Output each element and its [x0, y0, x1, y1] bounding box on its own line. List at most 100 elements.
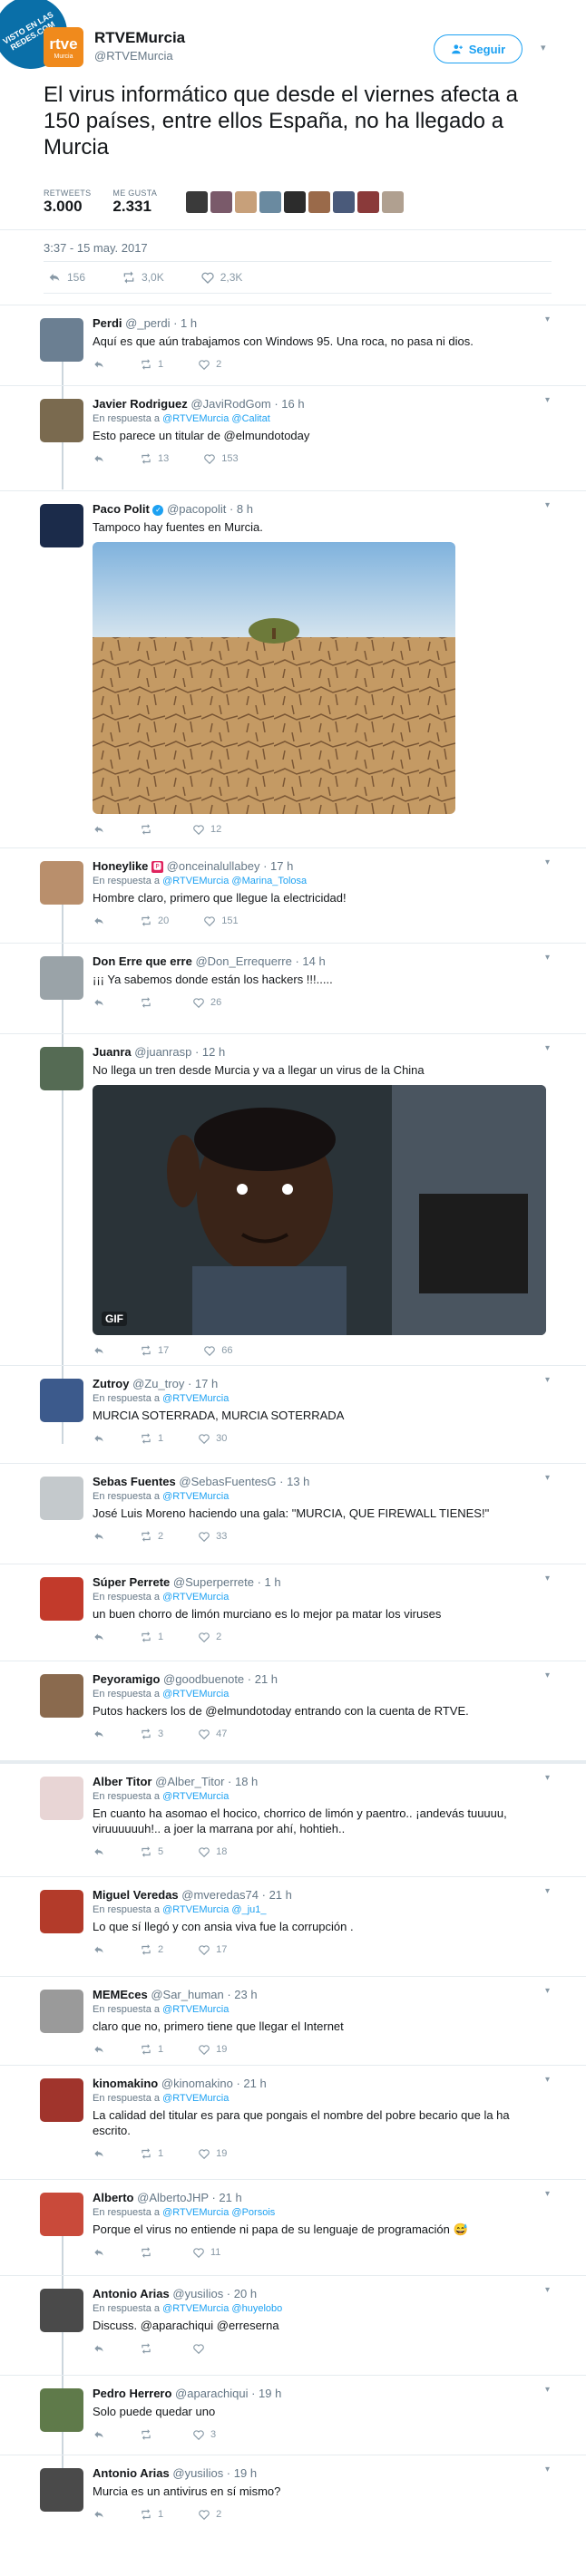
user-handle[interactable]: @Sar_human · 23 h: [151, 1988, 257, 2001]
like-button[interactable]: 17: [198, 1943, 227, 1956]
user-handle[interactable]: @goodbuenote · 21 h: [163, 1672, 278, 1686]
reply-button[interactable]: [93, 1728, 105, 1740]
user-handle[interactable]: @_perdi · 1 h: [125, 316, 197, 330]
user-handle[interactable]: @onceinalullabey · 17 h: [167, 859, 294, 873]
like-button[interactable]: 19: [198, 2043, 227, 2056]
reply-to-link[interactable]: @RTVEMurcia: [162, 1393, 229, 1404]
liker-avatar[interactable]: [259, 191, 282, 213]
reply-button[interactable]: [93, 1432, 105, 1445]
liker-avatar[interactable]: [186, 191, 209, 213]
reply-tweet[interactable]: ▾ Antonio Arias @yusilios · 19 h Murcia es…: [0, 2455, 586, 2576]
retweet-button[interactable]: 1: [140, 1432, 163, 1445]
reply-tweet[interactable]: ▾ Perdi @_perdi · 1 h Aquí es que aún trab…: [0, 305, 586, 385]
reply-tweet[interactable]: ▾ Honeylike 🅿 @onceinalullabey · 17 h En r…: [0, 847, 586, 943]
account-handle[interactable]: @RTVEMurcia: [94, 49, 173, 63]
user-name[interactable]: Antonio Arias: [93, 2466, 170, 2480]
user-name[interactable]: Don Erre que erre: [93, 954, 192, 968]
like-button[interactable]: 33: [198, 1530, 227, 1543]
user-avatar[interactable]: [40, 1379, 83, 1422]
like-button[interactable]: 151: [203, 915, 239, 927]
like-button[interactable]: 2: [198, 1631, 221, 1643]
reply-tweet[interactable]: ▾ Juanra @juanrasp · 12 h No llega un tren…: [0, 1033, 586, 1365]
reply-to-link[interactable]: @RTVEMurcia @Calitat: [162, 413, 270, 424]
like-button[interactable]: [192, 2342, 210, 2355]
user-name[interactable]: Alber Titor: [93, 1775, 152, 1788]
user-avatar[interactable]: [40, 861, 83, 905]
gif-meme[interactable]: GIF: [93, 1085, 546, 1335]
retweet-button[interactable]: [140, 823, 158, 836]
retweet-button[interactable]: [140, 2342, 158, 2355]
retweet-button[interactable]: 1: [140, 2508, 163, 2521]
retweet-button[interactable]: 1: [140, 358, 163, 371]
retweet-button[interactable]: 1: [140, 2147, 163, 2160]
user-avatar[interactable]: [40, 1577, 83, 1621]
reply-to-link[interactable]: @RTVEMurcia @Porsois: [162, 2207, 275, 2218]
reply-tweet[interactable]: ▾ Zutroy @Zu_troy · 17 h En respuesta a @R…: [0, 1365, 586, 1463]
reply-to-link[interactable]: @RTVEMurcia: [162, 1689, 229, 1700]
user-name[interactable]: MEMEces: [93, 1988, 148, 2001]
reply-button[interactable]: [93, 1344, 105, 1357]
reply-tweet[interactable]: ▾ Javier Rodriguez @JaviRodGom · 16 h En r…: [0, 385, 586, 490]
retweet-button[interactable]: 2: [140, 1943, 163, 1956]
reply-button[interactable]: [93, 2043, 105, 2056]
reply-to-link[interactable]: @RTVEMurcia: [162, 2093, 229, 2104]
liker-avatar[interactable]: [382, 191, 405, 213]
reply-button[interactable]: [93, 2147, 105, 2160]
reply-tweet[interactable]: ▾ Alberto @AlbertoJHP · 21 h En respuesta …: [0, 2179, 586, 2275]
reply-to-link[interactable]: @RTVEMurcia: [162, 2004, 229, 2015]
user-avatar[interactable]: [40, 1674, 83, 1718]
like-button[interactable]: 19: [198, 2147, 227, 2160]
reply-button[interactable]: [93, 823, 105, 836]
user-name[interactable]: Zutroy: [93, 1377, 129, 1390]
retweet-button[interactable]: 13: [140, 452, 169, 465]
user-name[interactable]: Honeylike: [93, 859, 148, 873]
user-avatar[interactable]: [40, 1047, 83, 1090]
reply-to-link[interactable]: @RTVEMurcia @_ju1_: [162, 1904, 266, 1915]
reply-tweet[interactable]: ▾ Miguel Veredas @mveredas74 · 21 h En res…: [0, 1876, 586, 1976]
retweet-button[interactable]: 3,0K: [122, 270, 164, 285]
reply-tweet[interactable]: ▾ kinomakino @kinomakino · 21 h En respues…: [0, 2065, 586, 2179]
user-handle[interactable]: @mveredas74 · 21 h: [181, 1888, 292, 1902]
user-avatar[interactable]: [40, 318, 83, 362]
user-handle[interactable]: @aparachiqui · 19 h: [175, 2387, 281, 2400]
user-avatar[interactable]: [40, 956, 83, 1000]
user-avatar[interactable]: [40, 504, 83, 547]
user-avatar[interactable]: [40, 1990, 83, 2033]
user-avatar[interactable]: [40, 2193, 83, 2236]
user-avatar[interactable]: [40, 2388, 83, 2432]
user-handle[interactable]: @Zu_troy · 17 h: [132, 1377, 218, 1390]
user-handle[interactable]: @Alber_Titor · 18 h: [155, 1775, 258, 1788]
retweet-button[interactable]: 3: [140, 1728, 163, 1740]
likes-stat[interactable]: ME GUSTA 2.331: [112, 189, 157, 216]
user-name[interactable]: Juanra: [93, 1045, 132, 1059]
reply-button[interactable]: [93, 1631, 105, 1643]
reply-tweet[interactable]: ▾ Paco Polit ✓ @pacopolit · 8 h Tampoco ha…: [0, 490, 586, 847]
reply-button[interactable]: [93, 2428, 105, 2441]
user-name[interactable]: Perdi: [93, 316, 122, 330]
like-button[interactable]: 2: [198, 2508, 221, 2521]
retweet-button[interactable]: 20: [140, 915, 169, 927]
reply-button[interactable]: [93, 2246, 105, 2259]
user-handle[interactable]: @SebasFuentesG · 13 h: [179, 1475, 309, 1488]
user-handle[interactable]: @Superperrete · 1 h: [173, 1575, 281, 1589]
follow-button[interactable]: Seguir: [434, 34, 523, 63]
account-avatar[interactable]: rtve Murcia: [44, 27, 83, 67]
retweet-button[interactable]: 2: [140, 1530, 163, 1543]
reply-button[interactable]: [93, 2508, 105, 2521]
retweet-button[interactable]: 5: [140, 1845, 163, 1858]
user-name[interactable]: Pedro Herrero: [93, 2387, 171, 2400]
like-button[interactable]: 11: [192, 2246, 220, 2259]
liker-avatar[interactable]: [235, 191, 258, 213]
reply-tweet[interactable]: ▾ Súper Perrete @Superperrete · 1 h En res…: [0, 1564, 586, 1661]
like-button[interactable]: 26: [192, 996, 221, 1009]
user-avatar[interactable]: [40, 399, 83, 442]
like-button[interactable]: 2,3K: [200, 270, 242, 285]
account-name[interactable]: RTVEMurcia: [94, 29, 185, 47]
reply-button[interactable]: [93, 1845, 105, 1858]
reply-button[interactable]: [93, 996, 105, 1009]
reply-button[interactable]: [93, 1530, 105, 1543]
reply-tweet[interactable]: ▾ Sebas Fuentes @SebasFuentesG · 13 h En r…: [0, 1463, 586, 1564]
reply-button[interactable]: 156: [47, 270, 85, 285]
retweet-button[interactable]: [140, 2246, 158, 2259]
reply-tweet[interactable]: ▾ Pedro Herrero @aparachiqui · 19 h Solo p…: [0, 2375, 586, 2455]
